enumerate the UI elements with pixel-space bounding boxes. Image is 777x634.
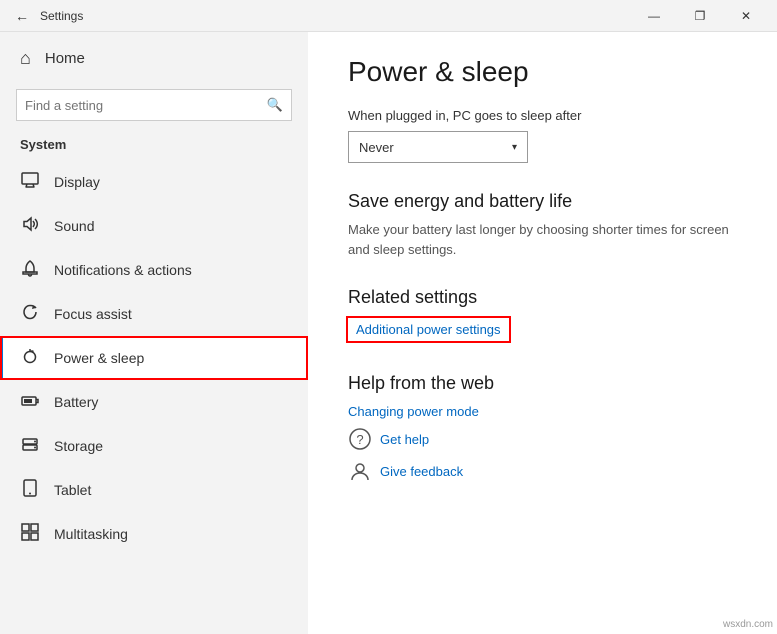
sidebar: ⌂ Home 🔍 System Display Sound N <box>0 32 308 634</box>
display-label: Display <box>54 174 100 190</box>
multitasking-label: Multitasking <box>54 526 128 542</box>
minimize-button[interactable]: — <box>631 0 677 32</box>
battery-icon <box>20 391 40 414</box>
save-energy-section: Save energy and battery life Make your b… <box>348 191 737 259</box>
help-title: Help from the web <box>348 373 737 394</box>
search-icon: 🔍 <box>267 97 283 113</box>
storage-icon <box>20 435 40 458</box>
save-energy-title: Save energy and battery life <box>348 191 737 212</box>
power-sleep-icon <box>20 347 40 370</box>
help-section: Help from the web Changing power mode ? … <box>348 373 737 483</box>
sidebar-item-sound[interactable]: Sound <box>0 204 308 248</box>
related-settings-section: Related settings Additional power settin… <box>348 287 737 345</box>
display-icon <box>20 171 40 194</box>
storage-label: Storage <box>54 438 103 454</box>
save-energy-desc: Make your battery last longer by choosin… <box>348 220 737 259</box>
sidebar-item-notifications[interactable]: Notifications & actions <box>0 248 308 292</box>
battery-label: Battery <box>54 394 98 410</box>
power-sleep-label: Power & sleep <box>54 350 144 366</box>
page-title: Power & sleep <box>348 56 737 88</box>
related-settings-title: Related settings <box>348 287 737 308</box>
search-box[interactable]: 🔍 <box>16 89 292 121</box>
home-icon: ⌂ <box>20 48 31 69</box>
sleep-label: When plugged in, PC goes to sleep after <box>348 108 737 123</box>
back-button[interactable]: ← <box>8 2 36 30</box>
main-container: ⌂ Home 🔍 System Display Sound N <box>0 32 777 634</box>
sidebar-section-title: System <box>0 133 308 160</box>
titlebar: ← Settings — ❐ ✕ <box>0 0 777 32</box>
home-label: Home <box>45 50 85 67</box>
window-title: Settings <box>36 9 631 23</box>
sidebar-item-tablet[interactable]: Tablet <box>0 468 308 512</box>
sleep-section: When plugged in, PC goes to sleep after … <box>348 108 737 163</box>
sidebar-item-battery[interactable]: Battery <box>0 380 308 424</box>
multitasking-icon <box>20 523 40 546</box>
dropdown-arrow-icon: ▾ <box>512 142 517 153</box>
get-help-icon: ? <box>348 427 372 451</box>
sidebar-item-power-sleep[interactable]: Power & sleep <box>0 336 308 380</box>
search-input[interactable] <box>25 98 267 113</box>
watermark: wsxdn.com <box>723 619 773 630</box>
focus-assist-icon <box>20 303 40 326</box>
sleep-dropdown[interactable]: Never ▾ <box>348 131 528 163</box>
svg-text:?: ? <box>356 432 363 447</box>
changing-power-label: Changing power mode <box>348 404 479 419</box>
get-help-label: Get help <box>380 432 429 447</box>
focus-assist-label: Focus assist <box>54 306 132 322</box>
get-help-link[interactable]: ? Get help <box>348 427 737 451</box>
give-feedback-label: Give feedback <box>380 464 463 479</box>
tablet-icon <box>20 479 40 502</box>
sound-label: Sound <box>54 218 94 234</box>
notifications-label: Notifications & actions <box>54 262 192 278</box>
tablet-label: Tablet <box>54 482 91 498</box>
sidebar-item-focus-assist[interactable]: Focus assist <box>0 292 308 336</box>
additional-power-settings-link[interactable]: Additional power settings <box>348 318 509 341</box>
sleep-dropdown-text: Never <box>359 140 394 155</box>
give-feedback-icon <box>348 459 372 483</box>
give-feedback-link[interactable]: Give feedback <box>348 459 737 483</box>
sound-icon <box>20 215 40 238</box>
sidebar-item-home[interactable]: ⌂ Home <box>0 32 308 85</box>
notifications-icon <box>20 259 40 282</box>
window-controls: — ❐ ✕ <box>631 0 769 32</box>
sidebar-item-storage[interactable]: Storage <box>0 424 308 468</box>
maximize-button[interactable]: ❐ <box>677 0 723 32</box>
close-button[interactable]: ✕ <box>723 0 769 32</box>
content-area: Power & sleep When plugged in, PC goes t… <box>308 32 777 634</box>
sidebar-item-multitasking[interactable]: Multitasking <box>0 512 308 556</box>
changing-power-link[interactable]: Changing power mode <box>348 404 737 419</box>
sidebar-item-display[interactable]: Display <box>0 160 308 204</box>
